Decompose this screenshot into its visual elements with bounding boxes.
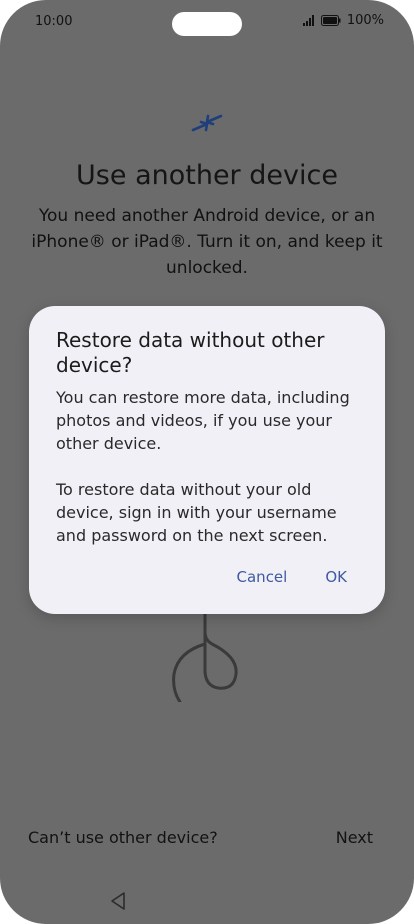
status-icons: 100% [302,13,384,28]
camera-cutout [172,12,242,36]
cant-use-device-link[interactable]: Can’t use other device? [28,828,218,847]
dialog-body: You can restore more data, including pho… [56,386,366,547]
swap-arrows-icon [191,114,223,132]
status-time: 10:00 [35,14,73,29]
signal-icon [302,15,314,26]
next-button[interactable]: Next [336,828,373,847]
status-bar: 10:00 100% [0,0,414,44]
cancel-button[interactable]: Cancel [237,568,288,586]
battery-icon [320,15,341,26]
back-triangle-icon[interactable] [108,890,128,912]
dialog-title: Restore data without other device? [56,328,325,377]
ok-button[interactable]: OK [325,568,347,586]
usb-cable-icon [172,612,238,702]
battery-percent: 100% [346,13,384,28]
dialog-paragraph-1: You can restore more data, including pho… [56,388,350,453]
page-title: Use another device [76,160,338,191]
dialog-actions: Cancel OK [237,568,347,586]
phone-screen: 10:00 100% Use another device You need a… [0,0,414,924]
dialog-paragraph-2: To restore data without your old device,… [56,480,337,545]
restore-dialog: Restore data without other device? You c… [29,306,385,614]
page-description: You need another Android device, or an i… [31,206,383,278]
